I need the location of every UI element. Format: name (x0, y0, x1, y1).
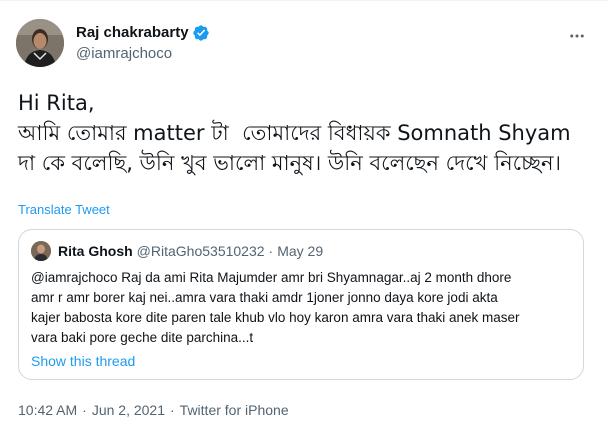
tweet-card: Raj chakrabarty @iamrajchoco Hi Rita, আম… (0, 0, 608, 426)
quoted-tweet-header: Rita Ghosh @RitaGho53510232 · May 29 (31, 241, 323, 261)
tweet-time[interactable]: 10:42 AM (18, 401, 77, 419)
verified-badge-icon (192, 24, 210, 42)
author-handle[interactable]: @iamrajchoco (76, 44, 210, 64)
author-avatar[interactable] (16, 19, 64, 67)
tweet-source[interactable]: Twitter for iPhone (180, 401, 289, 419)
quoted-tweet-text: @iamrajchoco Raj da ami Rita Majumder am… (31, 268, 571, 348)
translate-tweet-link[interactable]: Translate Tweet (18, 202, 110, 218)
author-avatar-image (16, 19, 64, 67)
show-thread-link[interactable]: Show this thread (31, 352, 135, 370)
quoted-tweet[interactable]: Rita Ghosh @RitaGho53510232 · May 29 @ia… (18, 229, 584, 380)
tweet-date[interactable]: Jun 2, 2021 (92, 401, 165, 419)
tweet-metadata: 10:42 AM · Jun 2, 2021 · Twitter for iPh… (18, 401, 289, 419)
author-names: Raj chakrabarty @iamrajchoco (76, 23, 210, 64)
divider (0, 0, 608, 1)
more-options-icon[interactable] (566, 25, 588, 47)
tweet-header: Raj chakrabarty @iamrajchoco (16, 15, 592, 67)
quoted-date[interactable]: May 29 (277, 243, 323, 259)
quoted-author-handle[interactable]: @RitaGho53510232 (137, 243, 265, 259)
meta-separator: · (170, 402, 175, 418)
author-display-name[interactable]: Raj chakrabarty (76, 23, 189, 43)
tweet-text: Hi Rita, আমি তোমার matter টা তোমাদের বিধ… (18, 91, 571, 175)
quoted-separator: · (268, 243, 274, 259)
display-name-row: Raj chakrabarty (76, 23, 210, 43)
quoted-text-line: amr r amr borer kaj nei..amra vara thaki… (31, 290, 498, 305)
quoted-author-name[interactable]: Rita Ghosh (58, 243, 133, 259)
quoted-text-line: vara baki pore geche dite parchina...t (31, 330, 254, 345)
meta-separator: · (82, 402, 87, 418)
quoted-author-avatar[interactable] (31, 241, 51, 261)
quoted-text-line: @iamrajchoco Raj da ami Rita Majumder am… (31, 270, 512, 285)
quoted-text-line: kajer babosta kore dite paren tale khub … (31, 310, 520, 325)
